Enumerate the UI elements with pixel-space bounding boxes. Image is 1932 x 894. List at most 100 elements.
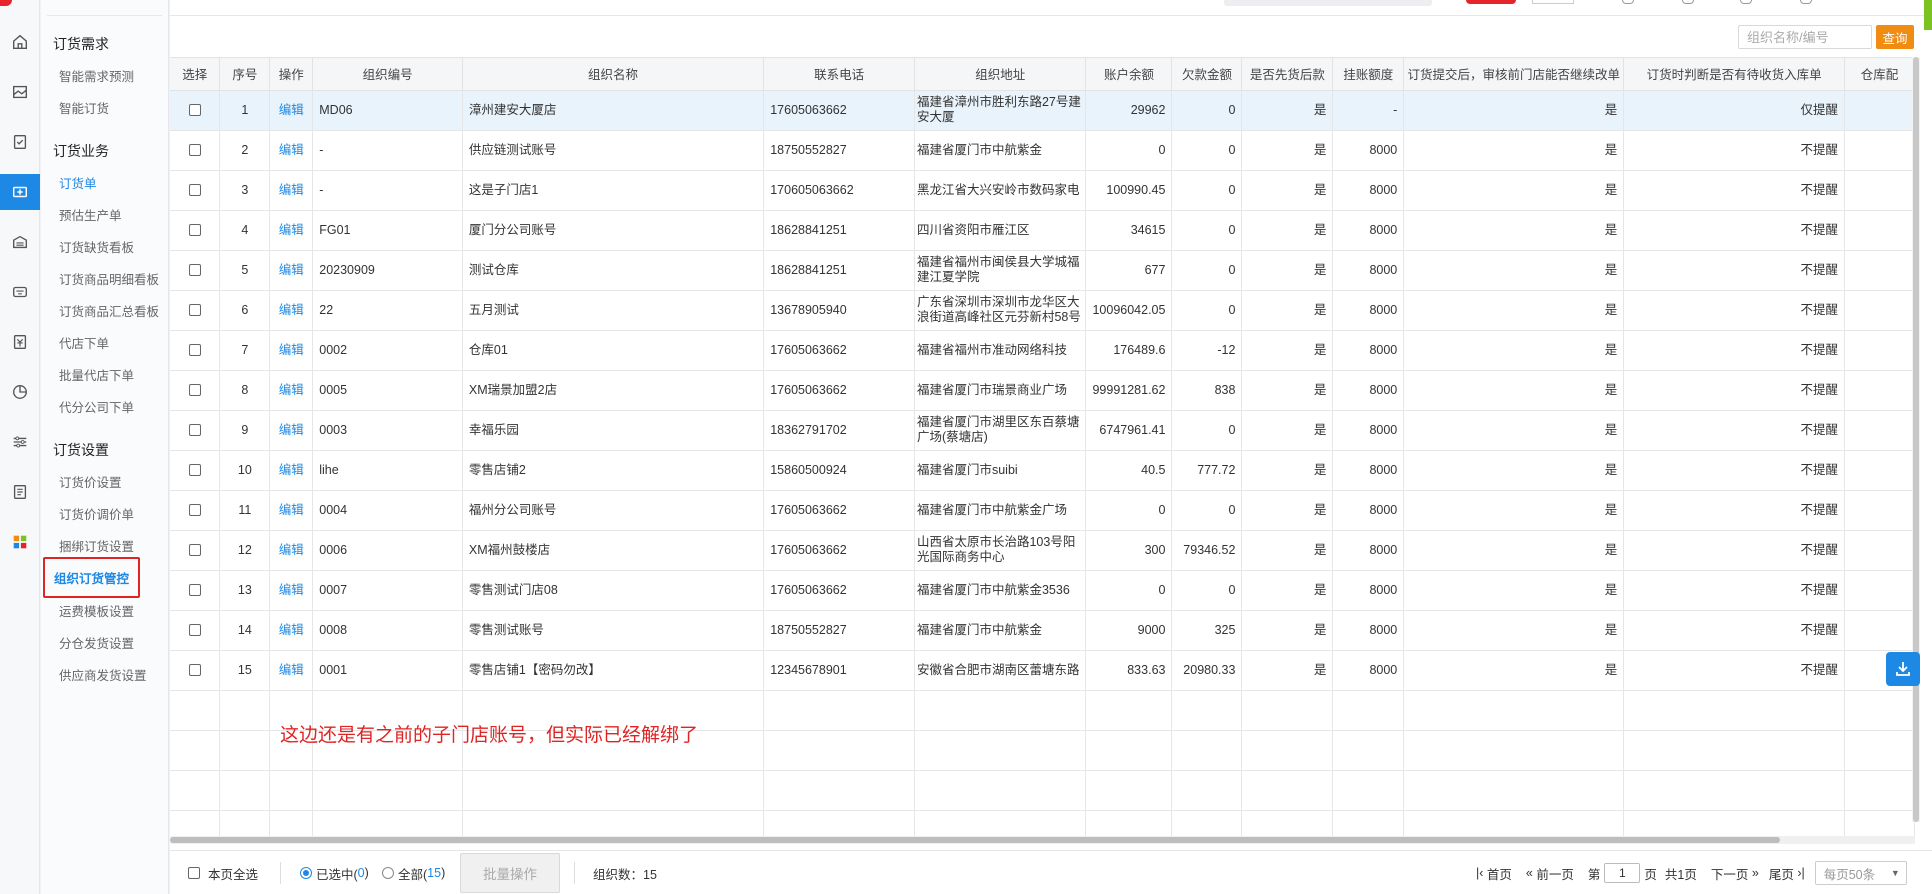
vertical-scroll-thumb[interactable] [1913,57,1919,822]
menu-item-price-adjust[interactable]: 订货价调价单 [59,504,134,523]
col-phone[interactable]: 联系电话 [763,58,915,91]
table-row[interactable]: 6 编辑 22 五月测试 13678905940 广东省深圳市深圳市龙华区大浪街道高峰社区… [170,290,1915,331]
cell-select[interactable] [170,530,221,571]
edit-link[interactable]: 编辑 [279,423,304,437]
top-icon-3[interactable] [1740,0,1752,4]
apps-icon[interactable] [8,530,32,554]
page-number-input[interactable]: 1 [1604,863,1641,883]
top-red-button[interactable] [1466,0,1516,4]
menu-item-org-order-control[interactable]: 组织订货管控 [43,557,141,598]
edit-link[interactable]: 编辑 [279,143,304,157]
table-row[interactable]: 10 编辑 lihe 零售店铺2 15860500924 福建省厦门市suibi 40.5 7… [170,450,1915,491]
horizontal-scroll-thumb[interactable] [170,837,1780,843]
menu-item-bundle-settings[interactable]: 捆绑订货设置 [59,536,134,555]
table-row[interactable]: 2 编辑 - 供应链测试账号 18750552827 福建省厦门市中航紫金 0 0 是 8000 是… [170,130,1915,171]
row-checkbox[interactable] [188,184,201,197]
edit-link[interactable]: 编辑 [279,103,304,117]
row-checkbox[interactable] [188,544,201,557]
batch-operation-button[interactable]: 批量操作 [460,853,560,893]
cell-select[interactable] [170,490,221,531]
edit-link[interactable]: 编辑 [279,183,304,197]
table-row[interactable]: 9 编辑 0003 幸福乐园 18362791702 福建省厦门市湖里区东百蔡塘广场(蔡塘… [170,410,1915,451]
menu-item-order-list[interactable]: 订货单 [59,173,97,192]
menu-item-freight-template[interactable]: 运费模板设置 [59,601,134,620]
cell-select[interactable] [170,610,221,651]
download-button[interactable] [1886,652,1920,686]
first-page-icon[interactable]: |‹ [1476,866,1483,880]
prev-page-link[interactable]: 前一页 [1536,864,1574,883]
order-icon[interactable] [0,174,40,210]
cell-select[interactable] [170,370,221,411]
top-icon-1[interactable] [1622,0,1634,4]
menu-item-shortage-board[interactable]: 订货缺货看板 [59,237,134,256]
cell-select[interactable] [170,330,221,371]
chart-icon[interactable] [8,380,32,404]
edit-link[interactable]: 编辑 [279,463,304,477]
last-page-link[interactable]: 尾页 [1769,864,1794,883]
edit-link[interactable]: 编辑 [279,383,304,397]
col-credit-limit[interactable]: 挂账额度 [1332,58,1405,91]
money-icon[interactable] [8,330,32,354]
row-checkbox[interactable] [188,384,201,397]
table-row[interactable]: 11 编辑 0004 福州分公司账号 17605063662 福建省厦门市中航紫金广场 0 0… [170,490,1915,531]
last-page-icon[interactable]: ›| [1797,866,1804,880]
menu-item-supplier-shipping[interactable]: 供应商发货设置 [59,665,147,684]
top-select-box[interactable] [1532,0,1574,4]
cell-select[interactable] [170,290,221,331]
table-row[interactable]: 7 编辑 0002 仓库01 17605063662 福建省福州市准动网络科技 176489… [170,330,1915,371]
menu-item-batch-proxy-order[interactable]: 批量代店下单 [59,365,134,384]
next-page-link[interactable]: 下一页 [1711,864,1749,883]
edit-link[interactable]: 编辑 [279,343,304,357]
cell-select[interactable] [170,250,221,291]
radio-selected[interactable]: 已选中(0) [300,851,369,894]
edit-link[interactable]: 编辑 [279,623,304,637]
image-icon[interactable] [8,80,32,104]
prev-page-icon[interactable]: « [1526,866,1533,880]
sliders-icon[interactable] [8,430,32,454]
edit-link[interactable]: 编辑 [279,263,304,277]
card-icon[interactable] [8,280,32,304]
top-icon-2[interactable] [1682,0,1694,4]
cell-select[interactable] [170,130,221,171]
side-green-tab[interactable] [1924,0,1932,30]
table-row[interactable]: 4 编辑 FG01 厦门分公司账号 18628841251 四川省资阳市雁江区 34615 0… [170,210,1915,251]
col-pending-receipt[interactable]: 订货时判断是否有待收货入库单 [1623,58,1846,91]
vertical-scrollbar[interactable] [1912,57,1920,822]
col-warehouse[interactable]: 仓库配 [1844,58,1915,91]
menu-item-smart-order[interactable]: 智能订货 [59,98,109,117]
row-checkbox[interactable] [188,464,201,477]
table-row[interactable]: 5 编辑 20230909 测试仓库 18628841251 福建省福州市闽侯县大学城福建… [170,250,1915,291]
radio-all-dot[interactable] [382,867,394,879]
col-goods-first[interactable]: 是否先货后款 [1241,58,1334,91]
col-address[interactable]: 组织地址 [914,58,1087,91]
row-checkbox[interactable] [188,424,201,437]
horizontal-scrollbar[interactable] [170,836,1915,844]
cell-select[interactable] [170,90,221,131]
edit-link[interactable]: 编辑 [279,303,304,317]
query-button[interactable]: 查询 [1876,25,1914,49]
menu-item-warehouse-shipping[interactable]: 分仓发货设置 [59,633,134,652]
cell-select[interactable] [170,650,221,691]
cell-select[interactable] [170,410,221,451]
next-page-icon[interactable]: » [1752,866,1759,880]
radio-all[interactable]: 全部(15) [382,851,445,894]
top-search-box[interactable] [1224,0,1432,6]
report-icon[interactable] [8,480,32,504]
top-icon-4[interactable] [1800,0,1812,4]
row-checkbox[interactable] [188,144,201,157]
menu-item-proxy-order[interactable]: 代店下单 [59,333,109,352]
col-modify-after-submit[interactable]: 订货提交后，审核前门店能否继续改单 [1403,58,1625,91]
edit-link[interactable]: 编辑 [279,543,304,557]
table-row[interactable]: 12 编辑 0006 XM福州鼓楼店 17605063662 山西省太原市长治路103号阳… [170,530,1915,571]
shop-icon[interactable] [8,230,32,254]
row-checkbox[interactable] [188,504,201,517]
org-search-input[interactable] [1738,25,1872,49]
radio-selected-dot[interactable] [300,867,312,879]
row-checkbox[interactable] [188,584,201,597]
menu-item-branch-order[interactable]: 代分公司下单 [59,397,134,416]
menu-item-summary-board[interactable]: 订货商品汇总看板 [59,301,159,320]
home-icon[interactable] [8,30,32,54]
edit-link[interactable]: 编辑 [279,503,304,517]
select-page-checkbox[interactable] [188,867,200,879]
row-checkbox[interactable] [188,264,201,277]
